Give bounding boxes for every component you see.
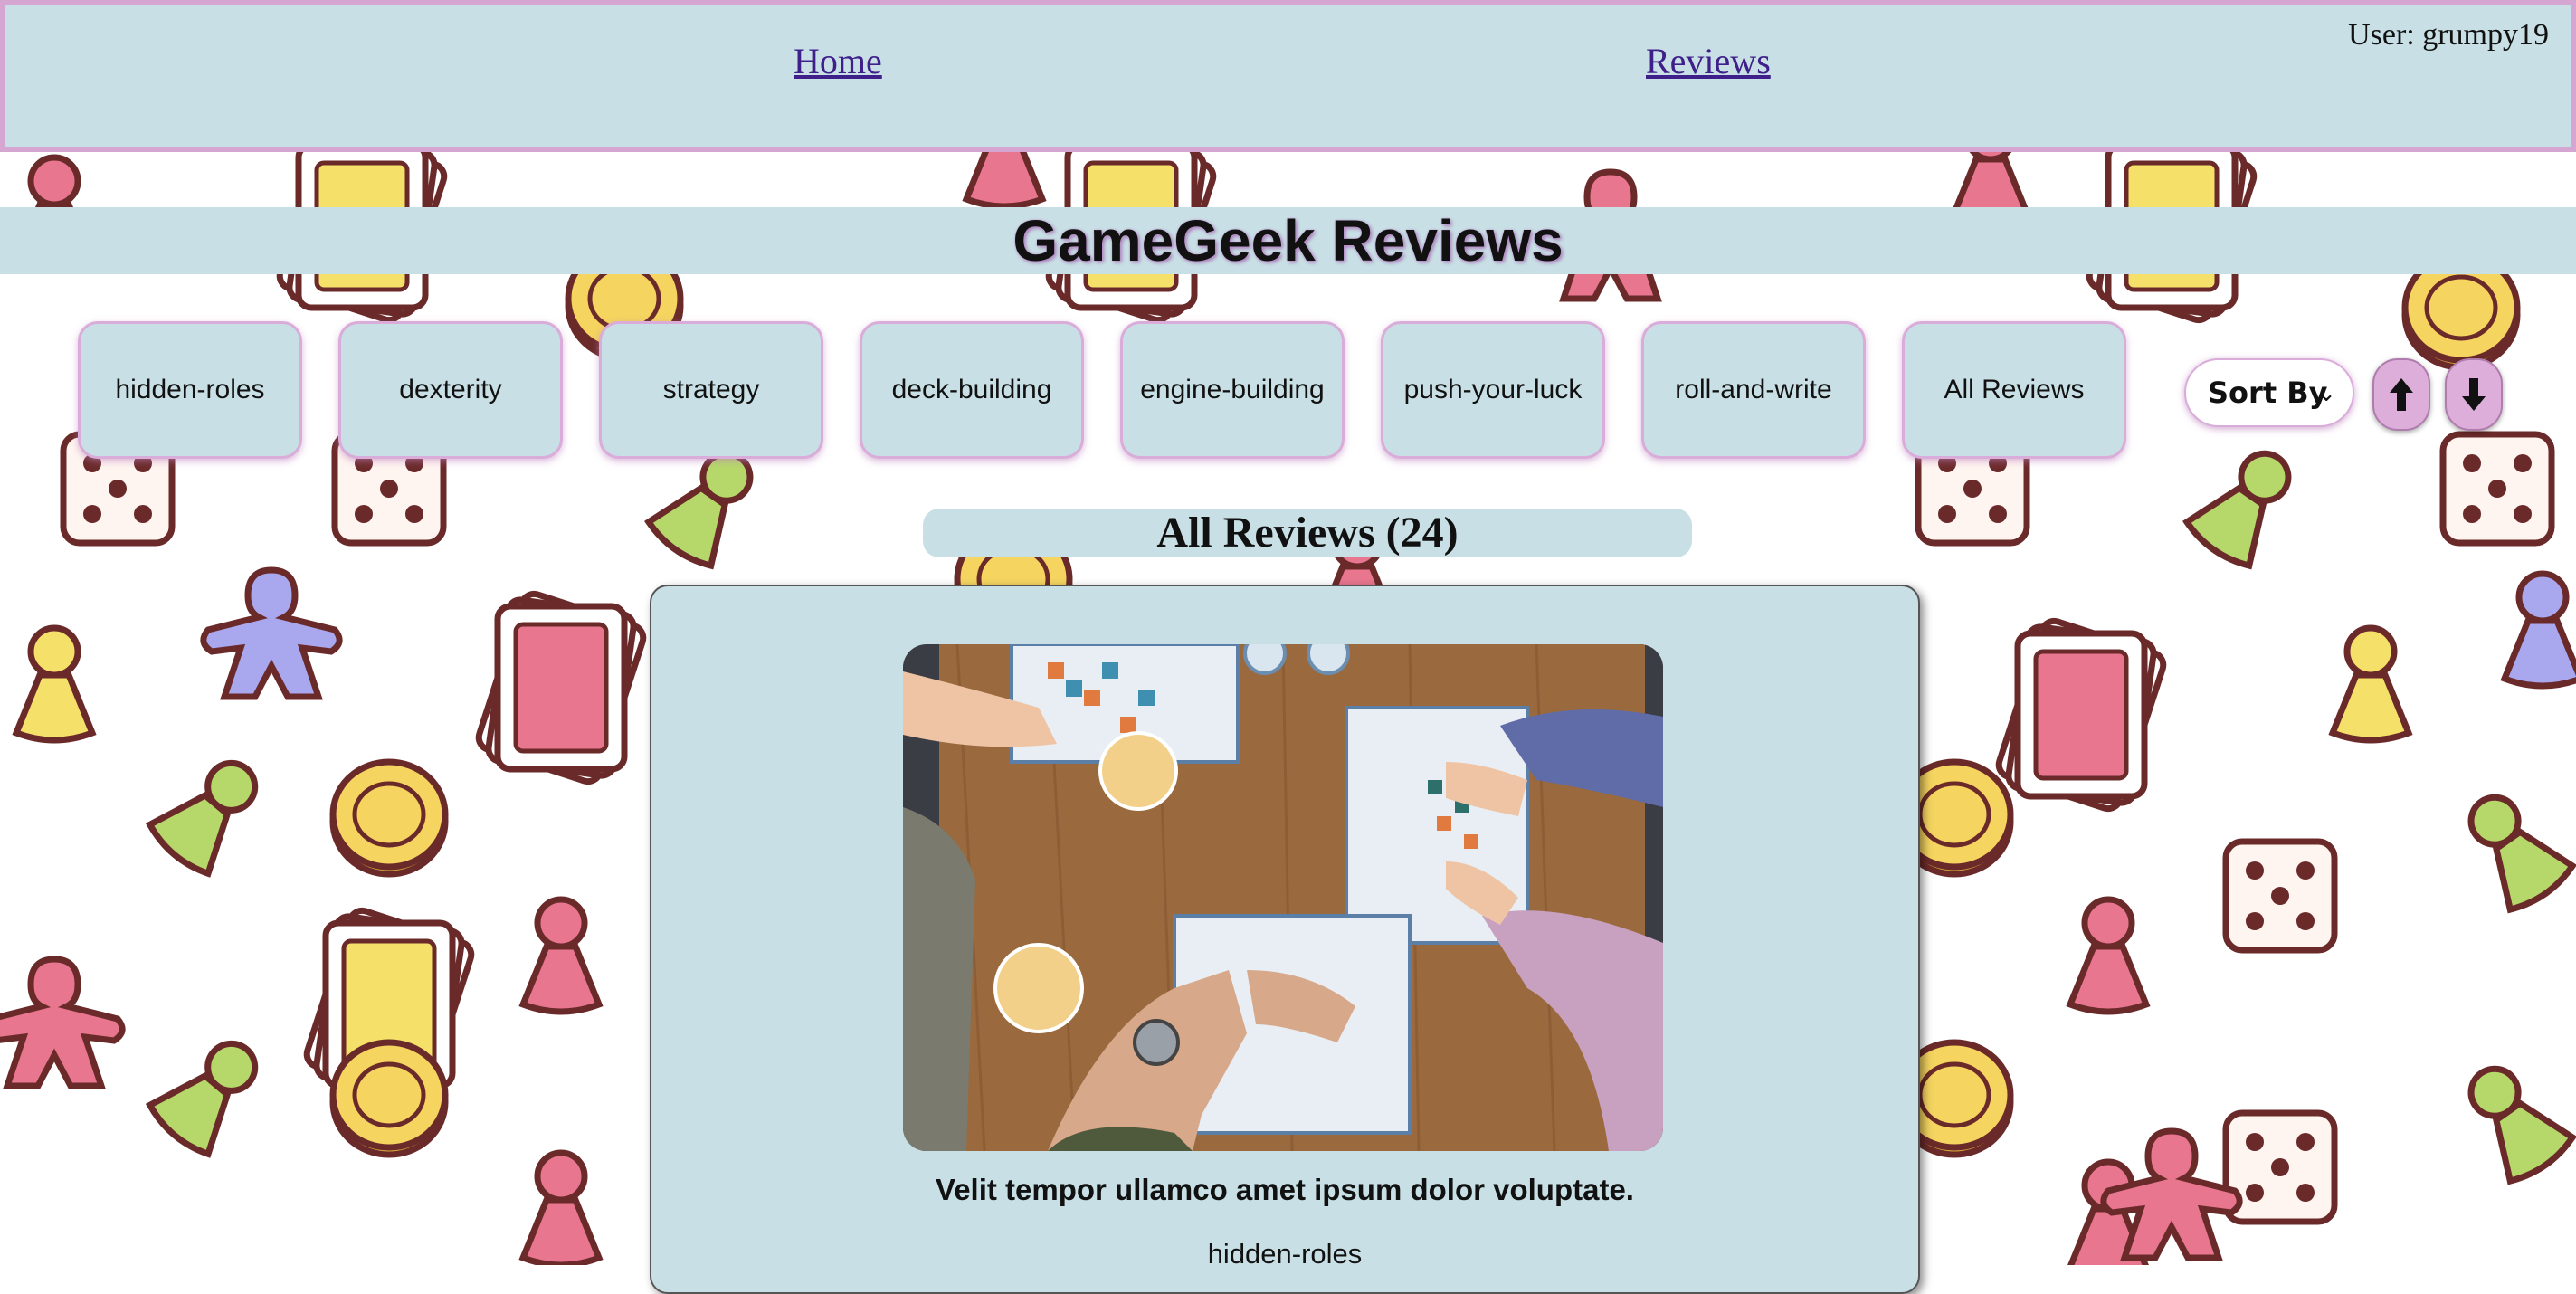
reviews-count-heading: All Reviews (24): [1156, 509, 1459, 557]
nav-home-link[interactable]: Home: [794, 40, 882, 82]
sort-by-select[interactable]: Sort By ⌄: [2184, 358, 2354, 427]
category-button-engine-building[interactable]: engine-building: [1120, 321, 1345, 459]
review-image[interactable]: [903, 644, 1663, 1151]
category-button-all-reviews[interactable]: All Reviews: [1902, 321, 2126, 459]
sort-by-label: Sort By: [2208, 376, 2328, 410]
arrow-up-icon: [2390, 378, 2413, 411]
nav-reviews-link[interactable]: Reviews: [1646, 40, 1771, 82]
arrow-down-icon: [2462, 378, 2486, 411]
review-title[interactable]: Velit tempor ullamco amet ipsum dolor vo…: [651, 1173, 1918, 1207]
review-category: hidden-roles: [1207, 1238, 1363, 1270]
category-button-deck-building[interactable]: deck-building: [860, 321, 1084, 459]
title-band: GameGeek Reviews: [0, 207, 2576, 274]
review-card[interactable]: Velit tempor ullamco amet ipsum dolor vo…: [650, 585, 1920, 1294]
chevron-down-icon: ⌄: [2316, 380, 2336, 407]
sort-descending-button[interactable]: [2445, 358, 2503, 431]
category-button-roll-and-write[interactable]: roll-and-write: [1641, 321, 1866, 459]
current-user-label: User: grumpy19: [2348, 18, 2549, 52]
top-navbar: Home Reviews User: grumpy19: [0, 0, 2576, 152]
sort-ascending-button[interactable]: [2372, 358, 2430, 431]
category-button-strategy[interactable]: strategy: [599, 321, 823, 459]
reviews-count-band: All Reviews (24): [923, 509, 1692, 557]
board-game-table-photo: [903, 644, 1663, 1151]
page-title: GameGeek Reviews: [1012, 208, 1564, 273]
category-button-hidden-roles[interactable]: hidden-roles: [78, 321, 302, 459]
category-button-dexterity[interactable]: dexterity: [338, 321, 563, 459]
category-button-push-your-luck[interactable]: push-your-luck: [1381, 321, 1605, 459]
